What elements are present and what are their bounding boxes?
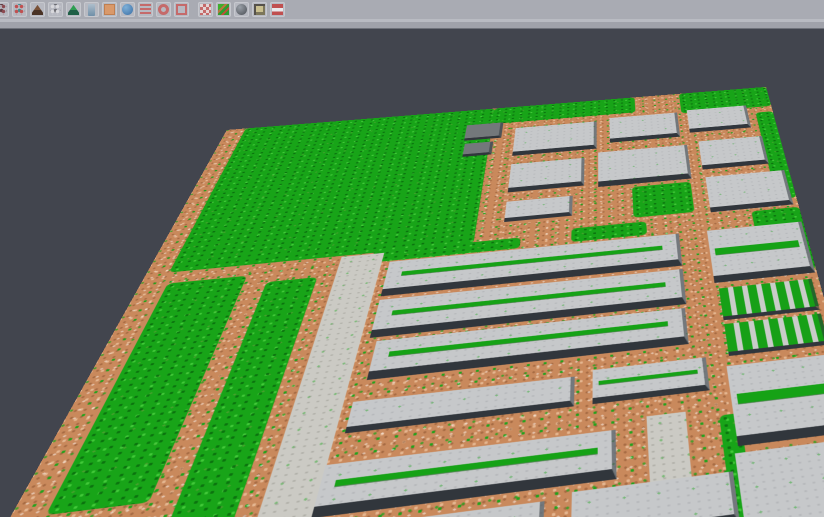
- building-roof: [707, 222, 815, 283]
- dtm-terrain-icon-glyph: [68, 4, 79, 15]
- roof-ridge-line: [714, 240, 800, 255]
- ortho-tile-icon[interactable]: [102, 2, 117, 17]
- building-roof: [508, 158, 585, 193]
- profile-tool-icon[interactable]: [84, 2, 99, 17]
- dsm-terrain-icon-glyph: [32, 4, 43, 15]
- point-cloud-terrain: [0, 87, 824, 517]
- annotate-axes-icon-glyph: [254, 4, 265, 15]
- building-roof: [687, 105, 752, 132]
- dtm-terrain-icon[interactable]: [66, 2, 81, 17]
- polyline-tool-icon[interactable]: [48, 2, 63, 17]
- building-roof: [512, 121, 596, 155]
- roof-ridge-line: [736, 382, 824, 404]
- building-roof: [593, 357, 710, 404]
- classification-map-icon-glyph: [218, 4, 229, 15]
- classify-points-icon-glyph: [14, 4, 25, 15]
- greenhouse-roof: [719, 279, 820, 321]
- mesh-sphere-icon[interactable]: [234, 2, 249, 17]
- building-roof: [727, 353, 824, 446]
- polyline-tool-icon-glyph: [50, 4, 61, 15]
- selection-region-icon[interactable]: [174, 2, 189, 17]
- building-roof: [705, 170, 793, 212]
- roof-ridge-line: [598, 370, 698, 385]
- selection-region-icon-glyph: [176, 4, 187, 15]
- 3d-viewport[interactable]: [0, 29, 824, 517]
- grid-overlay-icon-glyph: [200, 4, 211, 15]
- building-roof: [698, 136, 768, 170]
- app-window: [0, 0, 824, 517]
- ortho-tile-icon-glyph: [104, 4, 115, 15]
- flag-marker-icon[interactable]: [270, 2, 285, 17]
- profile-tool-icon-glyph: [88, 4, 95, 16]
- grid-overlay-icon[interactable]: [198, 2, 213, 17]
- globe-3d-icon-glyph: [122, 4, 133, 15]
- points-tool-icon-glyph: [0, 4, 7, 15]
- classify-points-icon[interactable]: [12, 2, 27, 17]
- small-structure: [462, 141, 493, 156]
- roof-ridge-line: [335, 448, 598, 486]
- target-ring-icon[interactable]: [156, 2, 171, 17]
- classification-map-icon[interactable]: [216, 2, 231, 17]
- vegetation-patch: [632, 182, 694, 218]
- mesh-sphere-icon-glyph: [236, 4, 247, 15]
- building-roof: [504, 196, 573, 222]
- contour-lines-icon-glyph: [140, 4, 151, 15]
- dsm-terrain-icon[interactable]: [30, 2, 45, 17]
- flag-marker-icon-glyph: [272, 4, 283, 15]
- building-roof: [609, 113, 680, 143]
- points-tool-icon[interactable]: [0, 2, 9, 17]
- greenhouse-roof: [724, 313, 824, 356]
- target-ring-icon-glyph: [158, 4, 169, 15]
- contour-lines-icon[interactable]: [138, 2, 153, 17]
- globe-3d-icon[interactable]: [120, 2, 135, 17]
- small-structure: [464, 122, 503, 140]
- main-toolbar: [0, 0, 824, 19]
- building-roof: [598, 145, 691, 187]
- building-roof: [345, 377, 575, 434]
- building-roof: [735, 438, 824, 517]
- annotate-axes-icon[interactable]: [252, 2, 267, 17]
